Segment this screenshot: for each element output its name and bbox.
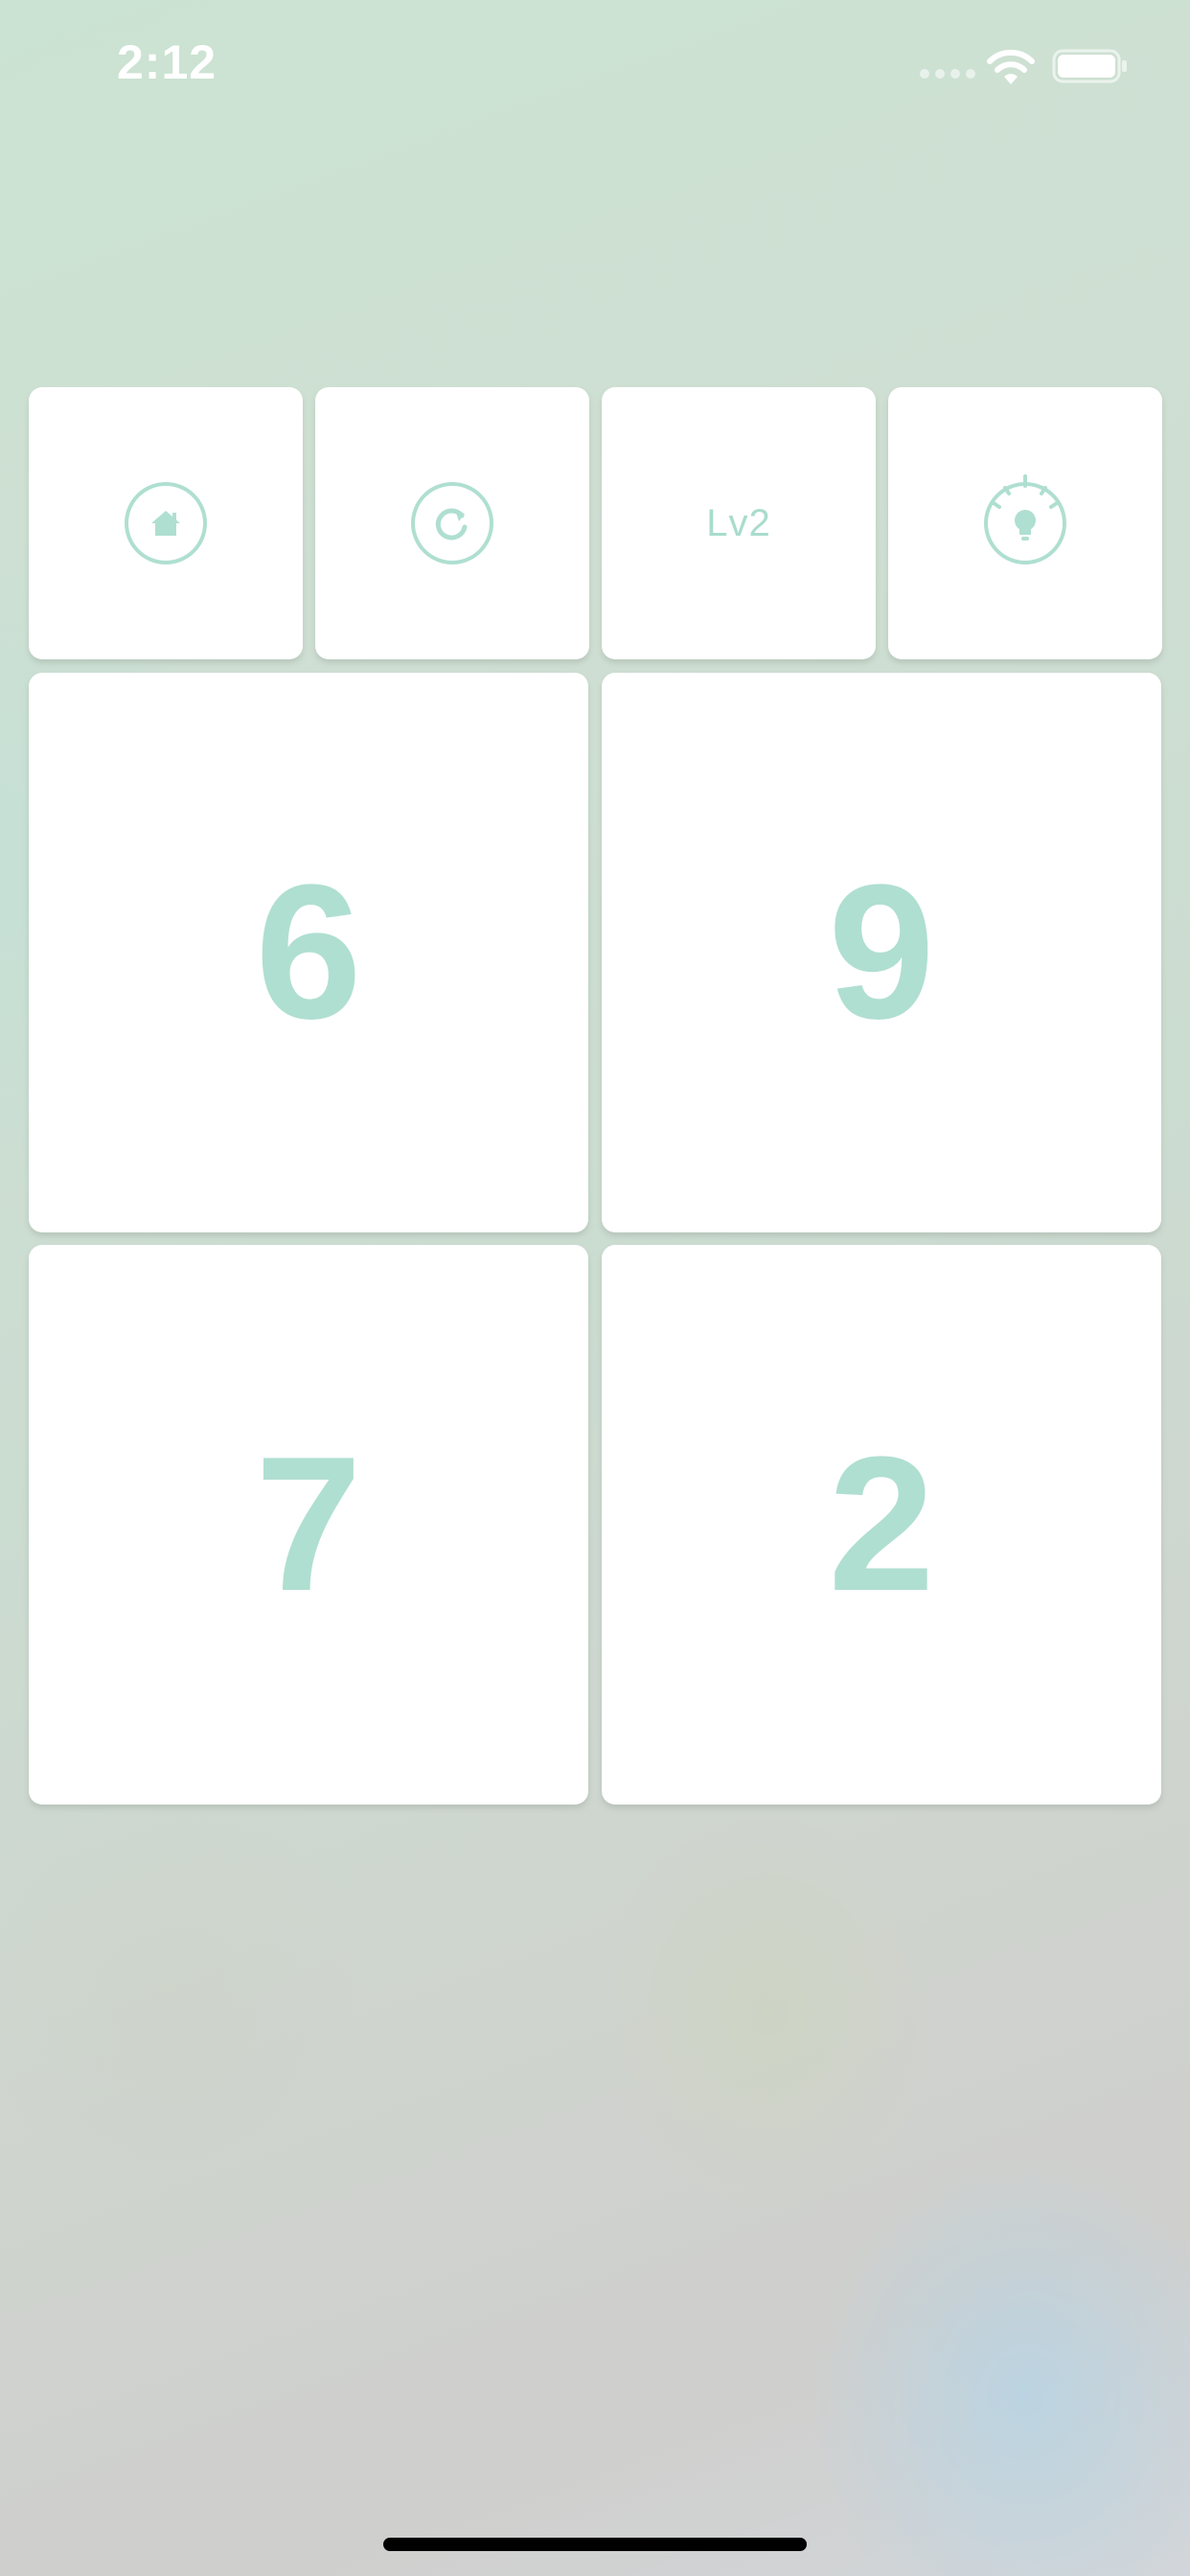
number-card-value: 7 [255,1417,362,1631]
cellular-signal-icon [920,69,975,79]
home-button[interactable] [29,387,303,659]
hint-button[interactable] [888,387,1162,659]
restart-icon [411,482,493,564]
number-card-value: 9 [828,845,935,1059]
number-card-value: 6 [255,845,362,1059]
battery-icon [1052,49,1127,83]
lightbulb-icon [984,474,1066,564]
home-indicator[interactable] [383,2538,807,2551]
home-icon [125,482,207,564]
restart-button[interactable] [315,387,589,659]
level-label: Lv2 [706,501,771,544]
status-time: 2:12 [117,35,217,89]
number-card[interactable]: 2 [602,1245,1161,1805]
number-card[interactable]: 7 [29,1245,588,1805]
number-card[interactable]: 9 [602,673,1161,1232]
level-indicator: Lv2 [602,387,876,659]
number-card-value: 2 [828,1417,935,1631]
number-card[interactable]: 6 [29,673,588,1232]
wifi-icon [987,49,1035,84]
